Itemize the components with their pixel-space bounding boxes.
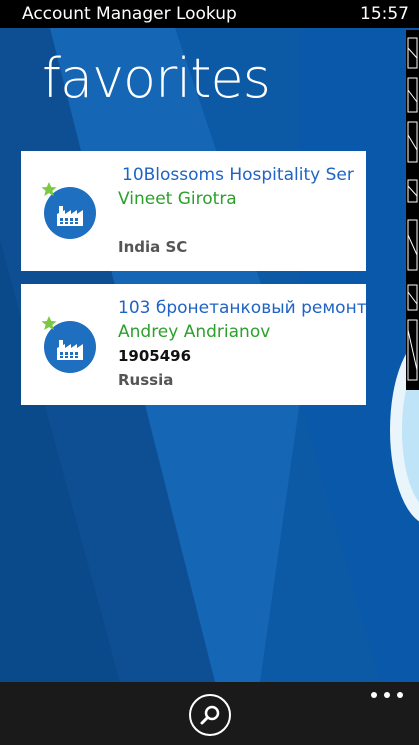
account-name: 103 бронетанковый ремонт <box>118 298 366 318</box>
ellipsis-icon[interactable] <box>371 688 403 702</box>
status-clock: 15:57 <box>360 4 409 24</box>
edge-strip-decoration <box>406 30 419 390</box>
account-number: 1905496 <box>118 347 192 365</box>
account-region: Russia <box>118 371 174 389</box>
search-icon <box>200 705 220 725</box>
ellipsis-dot <box>397 692 403 698</box>
app-bar <box>0 682 419 745</box>
factory-icon <box>41 182 96 239</box>
page-title: favorites <box>42 47 271 110</box>
account-region: India SC <box>118 238 188 256</box>
account-manager: Vineet Girotra <box>118 189 237 209</box>
app-title: Account Manager Lookup <box>22 4 237 24</box>
factory-icon <box>41 316 96 373</box>
account-name: 10Blossoms Hospitality Ser <box>122 165 354 185</box>
ellipsis-dot <box>371 692 377 698</box>
ellipsis-dot <box>384 692 390 698</box>
favorite-card[interactable]: 10Blossoms Hospitality Ser Vineet Girotr… <box>21 151 366 271</box>
account-manager: Andrey Andrianov <box>118 322 271 342</box>
search-button[interactable] <box>189 694 231 736</box>
favorite-card[interactable]: 103 бронетанковый ремонт Andrey Andriano… <box>21 284 366 405</box>
status-bar: Account Manager Lookup 15:57 <box>0 0 419 28</box>
